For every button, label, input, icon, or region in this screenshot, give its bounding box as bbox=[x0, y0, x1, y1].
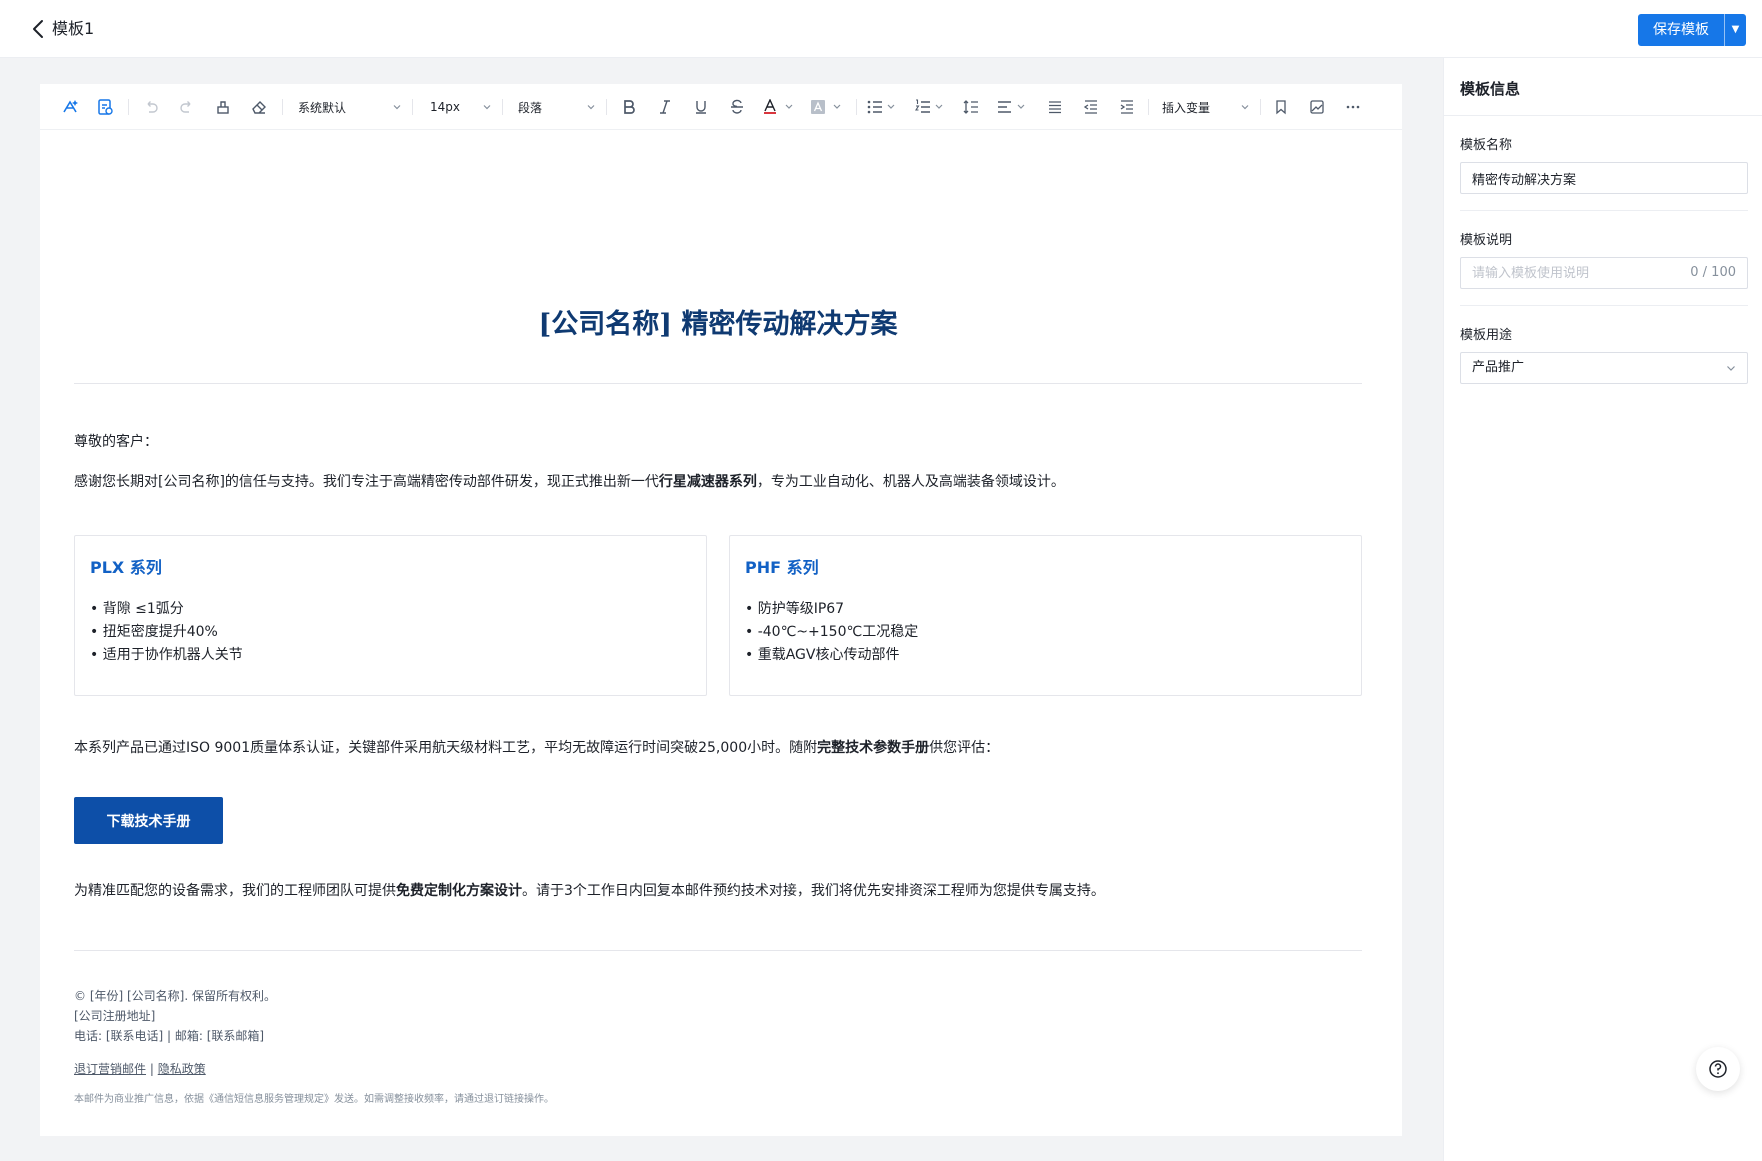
email-title: [公司名称] 精密传动解决方案 bbox=[538, 309, 898, 340]
footer-divider bbox=[74, 950, 1362, 951]
panel-divider bbox=[1460, 305, 1748, 306]
service-paragraph: 为精准匹配您的设备需求，我们的工程师团队可提供免费定制化方案设计。请于3个工作日… bbox=[74, 883, 1105, 899]
save-template-button[interactable]: 保存模板 bbox=[1638, 14, 1724, 46]
intro-paragraph: 感谢您长期对[公司名称]的信任与支持。我们专注于高端精密传动部件研发，现正式推出… bbox=[74, 474, 1065, 490]
certification-paragraph: 本系列产品已通过ISO 9001质量体系认证，关键部件采用航天级材料工艺，平均无… bbox=[74, 740, 1000, 756]
template-name-label: 模板名称 bbox=[1460, 138, 1513, 153]
template-doc-icon[interactable] bbox=[92, 94, 118, 120]
save-button-group: 保存模板 ▼ bbox=[1638, 14, 1746, 46]
chevron-down-icon bbox=[1241, 105, 1249, 110]
insert-variable-select[interactable]: 插入变量 bbox=[1160, 94, 1250, 120]
template-desc-label: 模板说明 bbox=[1460, 233, 1513, 248]
list-item: • 扭矩密度提升40% bbox=[90, 624, 218, 640]
chevron-down-icon bbox=[393, 105, 401, 110]
cert-bold-text: 完整技术参数手册 bbox=[817, 740, 930, 756]
footer-copyright: © [年份] [公司名称]. 保留所有权利。 bbox=[74, 989, 276, 1003]
bullet-list-icon[interactable] bbox=[864, 94, 904, 120]
more-options-icon[interactable] bbox=[1340, 94, 1366, 120]
footer-address: [公司注册地址] bbox=[74, 1009, 156, 1023]
back-arrow-icon[interactable] bbox=[28, 18, 50, 40]
list-item: • 适用于协作机器人关节 bbox=[90, 647, 243, 663]
outdent-icon[interactable] bbox=[1078, 94, 1104, 120]
toolbar-divider bbox=[282, 99, 283, 115]
line-height-icon[interactable] bbox=[958, 94, 984, 120]
chevron-down-icon bbox=[587, 105, 595, 110]
toolbar-divider bbox=[606, 99, 607, 115]
template-info-panel: 模板信息 模板名称 模板说明 0 / 100 模板用途 产品推广 bbox=[1443, 58, 1762, 1161]
list-item: • 背隙 ≤1弧分 bbox=[90, 601, 184, 617]
list-item: • 重载AGV核心传动部件 bbox=[745, 647, 900, 663]
align-left-icon[interactable] bbox=[994, 94, 1034, 120]
template-title: 模板1 bbox=[52, 19, 95, 38]
service-bold-text: 免费定制化方案设计 bbox=[396, 883, 522, 899]
block-type-select[interactable]: 段落 bbox=[516, 94, 596, 120]
font-size-value: 14px bbox=[430, 100, 460, 114]
image-icon[interactable] bbox=[1304, 94, 1330, 120]
footer-contact: 电话: [联系电话] | 邮箱: [联系邮箱] bbox=[74, 1029, 265, 1043]
card-feature-list: • 背隙 ≤1弧分 • 扭矩密度提升40% • 适用于协作机器人关节 bbox=[90, 598, 243, 667]
privacy-policy-link[interactable]: 隐私政策 bbox=[158, 1062, 206, 1076]
chevron-down-icon bbox=[483, 105, 491, 110]
template-usage-label: 模板用途 bbox=[1460, 328, 1513, 343]
top-bar: 模板1 保存模板 ▼ bbox=[0, 0, 1762, 58]
help-question-icon[interactable] bbox=[1696, 1047, 1740, 1091]
editor-toolbar: 系统默认 14px 段落 插入变量 bbox=[40, 84, 1402, 130]
toolbar-divider bbox=[1260, 99, 1261, 115]
font-size-select[interactable]: 14px bbox=[428, 94, 492, 120]
highlight-color-icon[interactable] bbox=[808, 94, 848, 120]
intro-bold-text: 行星减速器系列 bbox=[658, 474, 757, 490]
numbered-list-icon[interactable] bbox=[912, 94, 952, 120]
toolbar-divider bbox=[502, 99, 503, 115]
toolbar-divider bbox=[412, 99, 413, 115]
redo-icon[interactable] bbox=[174, 94, 200, 120]
undo-icon[interactable] bbox=[138, 94, 164, 120]
download-manual-button[interactable]: 下载技术手册 bbox=[74, 797, 223, 844]
footer-legal-note: 本邮件为商业推广信息，依据《通信短信息服务管理规定》发送。如需调整接收频率，请通… bbox=[74, 1094, 554, 1105]
font-family-select[interactable]: 系统默认 bbox=[296, 94, 402, 120]
list-item: • -40℃~+150℃工况稳定 bbox=[745, 624, 919, 640]
unsubscribe-link[interactable]: 退订营销邮件 bbox=[74, 1062, 146, 1076]
footer-links: 退订营销邮件 | 隐私政策 bbox=[74, 1059, 206, 1079]
panel-divider bbox=[1460, 210, 1748, 211]
panel-header: 模板信息 bbox=[1444, 58, 1762, 116]
insert-variable-label: 插入变量 bbox=[1162, 100, 1211, 115]
clear-format-eraser-icon[interactable] bbox=[246, 94, 272, 120]
chevron-down-icon bbox=[1727, 366, 1735, 371]
email-editor: 系统默认 14px 段落 插入变量 [公司名称] 精密传动解决方案 尊敬的客户：… bbox=[40, 84, 1402, 1136]
card-title: PHF 系列 bbox=[745, 558, 819, 577]
toolbar-divider bbox=[128, 99, 129, 115]
toolbar-divider bbox=[1148, 99, 1149, 115]
desc-char-count: 0 / 100 bbox=[1690, 265, 1736, 280]
strikethrough-icon[interactable] bbox=[724, 94, 750, 120]
list-item: • 防护等级IP67 bbox=[745, 601, 845, 617]
product-card-phf: PHF 系列 • 防护等级IP67 • -40℃~+150℃工况稳定 • 重载A… bbox=[729, 535, 1362, 696]
ai-format-icon[interactable] bbox=[58, 94, 84, 120]
justify-icon[interactable] bbox=[1042, 94, 1068, 120]
greeting-text: 尊敬的客户： bbox=[74, 434, 158, 450]
bold-icon[interactable] bbox=[616, 94, 642, 120]
toolbar-divider bbox=[856, 99, 857, 115]
panel-title: 模板信息 bbox=[1460, 80, 1521, 98]
template-name-input[interactable] bbox=[1460, 162, 1748, 194]
format-painter-icon[interactable] bbox=[210, 94, 236, 120]
card-feature-list: • 防护等级IP67 • -40℃~+150℃工况稳定 • 重载AGV核心传动部… bbox=[745, 598, 918, 667]
font-family-value: 系统默认 bbox=[298, 100, 347, 115]
bookmark-icon[interactable] bbox=[1268, 94, 1294, 120]
title-divider bbox=[74, 383, 1362, 384]
save-options-caret-icon[interactable]: ▼ bbox=[1724, 14, 1746, 46]
template-usage-select[interactable]: 产品推广 bbox=[1460, 352, 1748, 384]
product-card-plx: PLX 系列 • 背隙 ≤1弧分 • 扭矩密度提升40% • 适用于协作机器人关… bbox=[74, 535, 707, 696]
indent-icon[interactable] bbox=[1114, 94, 1140, 120]
underline-icon[interactable] bbox=[688, 94, 714, 120]
text-color-icon[interactable] bbox=[760, 94, 800, 120]
italic-icon[interactable] bbox=[652, 94, 678, 120]
usage-value: 产品推广 bbox=[1472, 360, 1525, 375]
link-divider: | bbox=[149, 1062, 154, 1076]
block-type-value: 段落 bbox=[518, 100, 543, 115]
card-title: PLX 系列 bbox=[90, 558, 162, 577]
